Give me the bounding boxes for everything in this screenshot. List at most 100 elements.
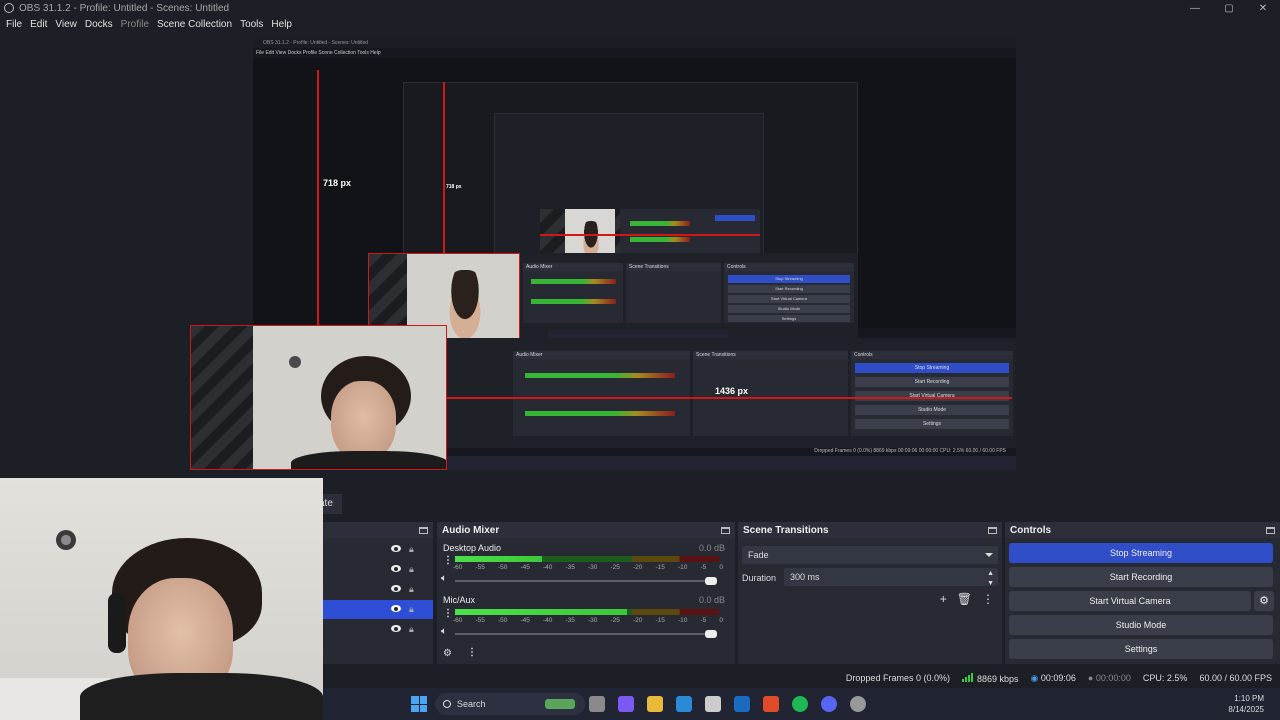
start-virtual-camera-button[interactable]: Start Virtual Camera <box>1009 591 1251 611</box>
eye-icon[interactable] <box>391 585 401 592</box>
add-icon[interactable]: + <box>940 592 947 606</box>
virtual-camera-settings-gear-icon[interactable]: ⚙︎ <box>1254 591 1274 611</box>
mixer-menu-icon[interactable]: ⋮ <box>467 647 477 658</box>
float-dock-icon[interactable] <box>1266 526 1275 534</box>
inner-settings: Settings <box>855 419 1009 429</box>
nested-stop-streaming: Stop Streaming <box>728 275 850 283</box>
minimize-icon[interactable]: — <box>1178 0 1212 16</box>
nested-window-title: OBS 31.1.2 - Profile: Untitled - Scenes:… <box>253 38 1016 48</box>
eye-icon[interactable] <box>391 605 401 612</box>
transition-select[interactable]: Fade <box>742 546 998 564</box>
source-row-selected[interactable]: 🔒︎ <box>323 600 433 619</box>
lock-icon[interactable]: 🔒︎ <box>409 544 417 554</box>
file-manager-icon[interactable] <box>589 696 605 712</box>
selected-source[interactable] <box>190 325 447 470</box>
lock-icon[interactable]: 🔒︎ <box>409 584 417 594</box>
nested-settings: Settings <box>728 315 850 322</box>
settings-button[interactable]: Settings <box>1009 639 1273 659</box>
mic-aux-meter <box>455 609 719 615</box>
duration-input[interactable]: 300 ms ▲ ▼ <box>784 568 998 587</box>
copilot-icon[interactable] <box>618 696 634 712</box>
menu-tools[interactable]: Tools <box>236 19 267 30</box>
meter-tick-label: -55 <box>475 564 485 571</box>
store-icon[interactable] <box>705 696 721 712</box>
source-row[interactable]: 🔒︎ <box>323 580 433 599</box>
transition-tools: + 🗑︎ ⋮ <box>940 592 994 606</box>
mic-aux-volume-slider[interactable] <box>455 630 717 638</box>
stop-streaming-button[interactable]: Stop Streaming <box>1009 543 1273 563</box>
inner-meter-a <box>525 373 675 378</box>
eye-icon[interactable] <box>391 625 401 632</box>
brave-icon[interactable] <box>763 696 779 712</box>
meter-tick-label: -60 <box>453 617 463 624</box>
maximize-icon[interactable]: ▢ <box>1212 0 1246 16</box>
menu-edit[interactable]: Edit <box>26 19 51 30</box>
mic-aux-menu-icon[interactable]: ⋮ <box>443 608 453 619</box>
obs-logo-icon <box>4 3 14 13</box>
meter-tick-label: -60 <box>453 564 463 571</box>
meter-tick-label: -40 <box>543 617 553 624</box>
desktop-audio-menu-icon[interactable]: ⋮ <box>443 555 453 566</box>
float-dock-icon[interactable] <box>419 526 428 534</box>
nested-meter-3b <box>630 237 690 242</box>
desktop-audio-db: 0.0 dB <box>698 543 725 553</box>
window-controls: — ▢ ✕ <box>1178 0 1280 16</box>
source-clock <box>289 356 301 368</box>
close-icon[interactable]: ✕ <box>1246 0 1280 16</box>
desktop-audio-meter <box>455 556 719 562</box>
eye-icon[interactable] <box>391 545 401 552</box>
desktop-audio-volume-slider[interactable] <box>455 577 717 585</box>
source-face <box>331 381 396 461</box>
nested-meter-3a <box>630 221 690 226</box>
edge-icon[interactable] <box>676 696 692 712</box>
menu-file[interactable]: File <box>2 19 26 30</box>
lock-icon[interactable]: 🔒︎ <box>409 604 417 614</box>
menu-docks[interactable]: Docks <box>81 19 117 30</box>
menu-help[interactable]: Help <box>267 19 296 30</box>
volume-slider-handle[interactable] <box>705 577 717 585</box>
studio-mode-button[interactable]: Studio Mode <box>1009 615 1273 635</box>
system-clock[interactable]: 1:10 PM 8/14/2025 <box>1228 693 1264 715</box>
preview-area[interactable]: OBS 31.1.2 - Profile: Untitled - Scenes:… <box>0 32 1280 474</box>
spin-down-icon[interactable]: ▼ <box>987 575 994 593</box>
mixer-settings-icon[interactable]: ⚙︎ <box>443 648 452 659</box>
scene-transitions-header: Scene Transitions <box>738 522 1002 538</box>
nested-menu-bar: File Edit View Docks Profile Scene Colle… <box>256 50 381 56</box>
nested-start-virtual-camera: Start Virtual Camera <box>728 295 850 303</box>
more-icon[interactable]: ⋮ <box>982 592 994 606</box>
scene-transitions-dock: Scene Transitions Fade Duration 300 ms ▲… <box>738 522 1002 664</box>
meter-tick-label: -10 <box>678 564 688 571</box>
menu-scene-collection[interactable]: Scene Collection <box>153 19 236 30</box>
fps-readout: 60.00 / 60.00 FPS <box>1199 673 1272 683</box>
chevron-down-icon <box>985 553 993 557</box>
lock-icon[interactable]: 🔒︎ <box>409 564 417 574</box>
float-dock-icon[interactable] <box>721 526 730 534</box>
lock-icon[interactable]: 🔒︎ <box>409 624 417 634</box>
volume-slider-handle[interactable] <box>705 630 717 638</box>
speaker-icon[interactable]: 🔈︎ <box>441 626 447 637</box>
trash-icon[interactable]: 🗑︎ <box>957 592 972 606</box>
nested-audio-mixer-1: Audio Mixer <box>523 263 623 323</box>
speaker-icon[interactable]: 🔈︎ <box>441 573 447 584</box>
mic-aux-label: Mic/Aux <box>443 595 476 605</box>
source-row[interactable]: 🔒︎ <box>323 560 433 579</box>
desktop-audio-level <box>455 556 543 562</box>
windows-start-icon[interactable] <box>411 696 427 712</box>
float-dock-icon[interactable] <box>988 526 997 534</box>
start-recording-button[interactable]: Start Recording <box>1009 567 1273 587</box>
nested-controls-header: Controls <box>724 263 854 271</box>
menu-profile[interactable]: Profile <box>117 19 153 30</box>
webcam-overlay <box>0 478 323 720</box>
outlook-icon[interactable] <box>734 696 750 712</box>
inner-transitions-header: Scene Transitions <box>693 351 848 359</box>
discord-icon[interactable] <box>821 696 837 712</box>
folder-icon[interactable] <box>647 696 663 712</box>
eye-icon[interactable] <box>391 565 401 572</box>
meter-tick-label: -40 <box>543 564 553 571</box>
source-row[interactable]: 🔒︎ <box>323 540 433 559</box>
spotify-icon[interactable] <box>792 696 808 712</box>
snake-widget-icon[interactable] <box>545 699 575 709</box>
source-row[interactable]: 🔒︎ <box>323 620 433 639</box>
menu-view[interactable]: View <box>51 19 81 30</box>
obs-taskbar-icon[interactable] <box>850 696 866 712</box>
